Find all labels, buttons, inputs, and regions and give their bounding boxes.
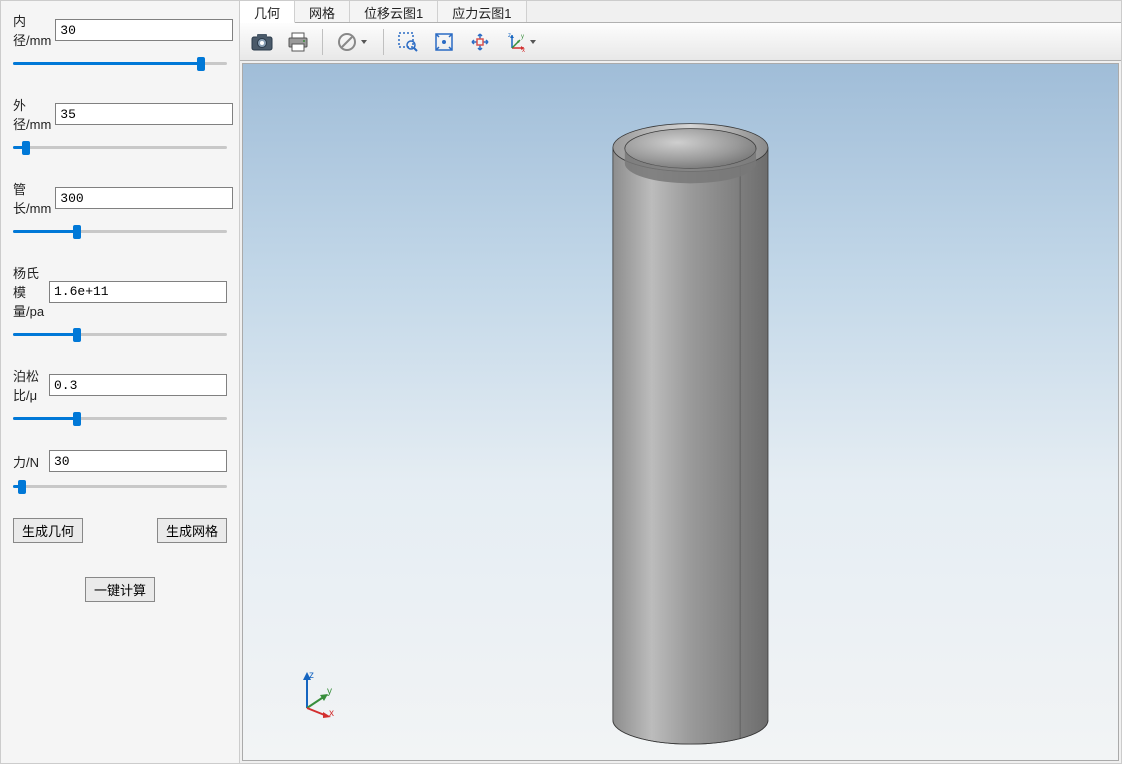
tabs-bar: 几何 网格 位移云图1 应力云图1 [240,1,1121,23]
camera-icon[interactable] [245,27,279,57]
force-input[interactable] [49,450,227,472]
chevron-down-icon [361,40,367,44]
generate-mesh-button[interactable]: 生成网格 [157,518,227,543]
toolbar-separator [322,29,323,55]
zoom-fit-icon[interactable] [427,27,461,57]
outer-diameter-label: 外径/mm [13,95,51,133]
chevron-down-icon [530,40,536,44]
youngs-modulus-label: 杨氏模量/pa [13,263,45,320]
print-icon[interactable] [281,27,315,57]
force-label: 力/N [13,452,45,471]
main-panel: 几何 网格 位移云图1 应力云图1 [240,0,1122,764]
tube-length-label: 管长/mm [13,179,51,217]
tube-length-slider[interactable] [13,223,227,239]
zoom-extents-icon[interactable] [463,27,497,57]
tube-length-input[interactable] [55,187,233,209]
viewport-3d[interactable]: z y x [242,63,1119,761]
poisson-ratio-input[interactable] [49,374,227,396]
generate-geometry-button[interactable]: 生成几何 [13,518,83,543]
svg-text:y: y [521,34,524,40]
svg-text:z: z [508,33,511,39]
tab-stress[interactable]: 应力云图1 [438,1,526,22]
clear-icon[interactable] [330,27,376,57]
zoom-select-icon[interactable] [391,27,425,57]
outer-diameter-slider[interactable] [13,139,227,155]
axis-y-label: y [327,686,332,697]
force-slider[interactable] [13,478,227,494]
outer-diameter-input[interactable] [55,103,233,125]
youngs-modulus-input[interactable] [49,281,227,303]
toolbar-separator [383,29,384,55]
tab-mesh[interactable]: 网格 [295,1,350,22]
inner-diameter-input[interactable] [55,19,233,41]
cylinder-geometry [243,64,1118,760]
toolbar: z y x [240,23,1121,61]
tab-geometry[interactable]: 几何 [240,1,295,23]
inner-diameter-label: 内径/mm [13,11,51,49]
youngs-modulus-slider[interactable] [13,326,227,342]
axis-triad: z y x [295,668,345,718]
compute-button[interactable]: 一键计算 [85,577,155,602]
parameter-panel: 内径/mm 外径/mm 管长/mm [0,0,240,764]
inner-diameter-slider[interactable] [13,55,227,71]
tab-displacement[interactable]: 位移云图1 [350,1,438,22]
poisson-ratio-slider[interactable] [13,410,227,426]
axis-x-label: x [329,708,334,718]
axes-icon[interactable]: z y x [499,27,545,57]
svg-text:x: x [522,48,525,52]
poisson-ratio-label: 泊松比/μ [13,366,45,404]
axis-z-label: z [309,670,314,681]
